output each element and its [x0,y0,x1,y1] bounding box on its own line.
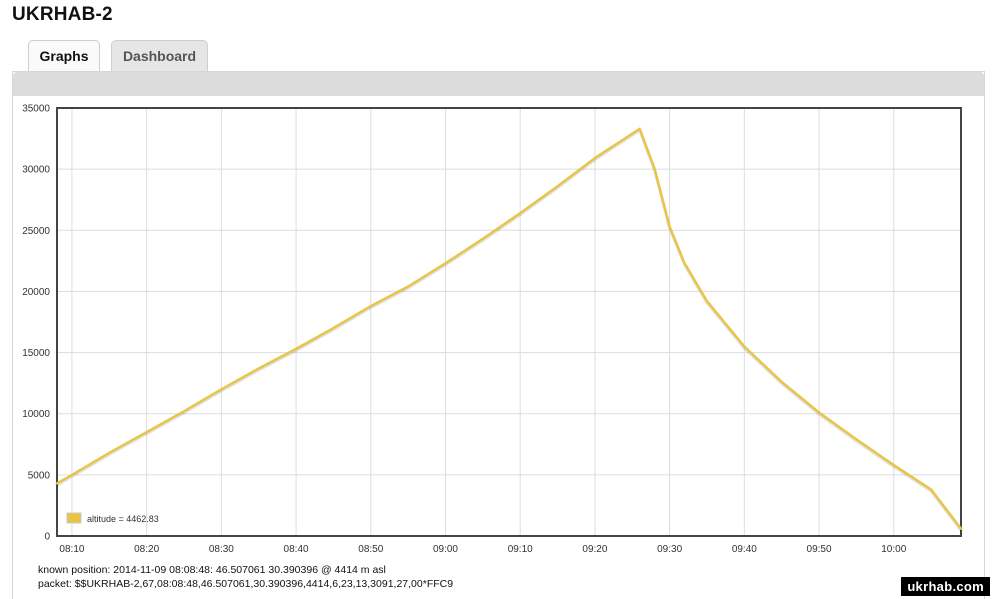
x-tick-label: 09:00 [433,544,458,555]
x-tick-label: 08:20 [134,544,159,555]
y-tick-label: 20000 [22,287,50,298]
x-tick-label: 08:10 [59,544,84,555]
x-tick-label: 08:40 [284,544,309,555]
x-tick-label: 08:30 [209,544,234,555]
altitude-chart: 08:10 08:20 08:30 08:40 08:50 09:00 09:10 09:20… [22,104,963,555]
y-tick-label: 5000 [28,470,51,481]
y-tick-label: 25000 [22,226,50,237]
y-tick-label: 0 [44,532,50,543]
plot-area [57,108,961,536]
y-tick-label: 30000 [22,165,50,176]
y-tick-label: 15000 [22,348,50,359]
x-tick-label: 10:00 [881,544,906,555]
packet-text: packet: $$UKRHAB-2,67,08:08:48,46.507061… [38,578,454,590]
x-tick-label: 09:50 [807,544,832,555]
watermark: ukrhab.com [901,577,990,596]
legend-label: altitude = 4462.83 [87,514,159,524]
x-tick-label: 09:40 [732,544,757,555]
x-tick-label: 09:20 [582,544,607,555]
x-tick-label: 09:10 [508,544,533,555]
known-position-text: known position: 2014-11-09 08:08:48: 46.… [38,564,386,576]
y-tick-label: 10000 [22,409,50,420]
legend-swatch [66,512,82,524]
y-tick-label: 35000 [22,104,50,115]
x-tick-label: 08:50 [358,544,383,555]
x-tick-label: 09:30 [657,544,682,555]
